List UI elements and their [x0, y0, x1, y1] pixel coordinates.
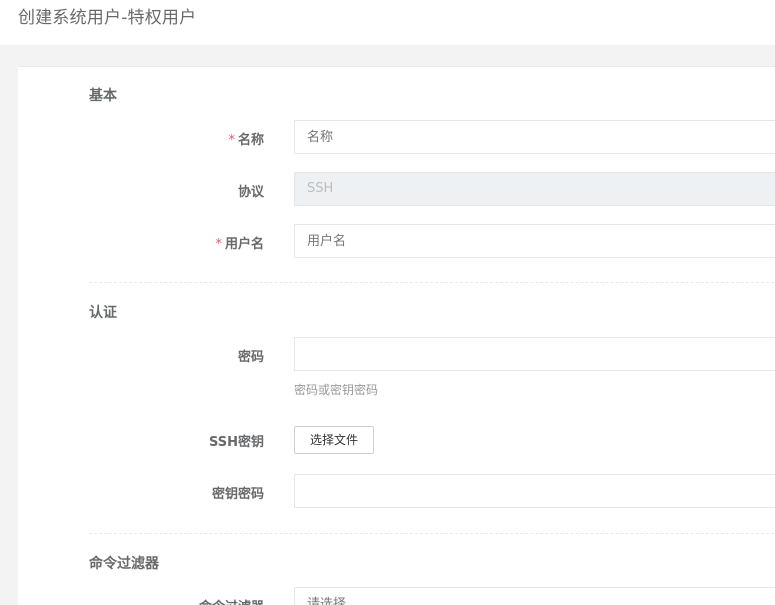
protocol-label: 协议 [237, 185, 264, 200]
name-label: * 名称 [144, 129, 264, 148]
section-title-basic: 基本 [89, 88, 117, 104]
username-label-text: 用户名 [224, 237, 264, 252]
form-card: 基本 *名称 协议 SSH *用户名 认证 密码 密码或密钥密码 SSH密钥 选… [18, 66, 775, 605]
password-help-text: 密码或密钥密码 [294, 383, 379, 397]
page-header: 创建系统用户-特权用户 [0, 0, 775, 45]
page-title: 创建系统用户-特权用户 [18, 8, 197, 28]
name-input[interactable] [294, 120, 775, 154]
section-title-cmd-filters: 命令过滤器 [89, 556, 159, 572]
protocol-input: SSH [294, 172, 775, 206]
username-label: * 用户名 [144, 233, 264, 252]
password-input[interactable] [294, 337, 775, 371]
username-input[interactable] [294, 224, 775, 258]
section-title-auth: 认证 [89, 305, 117, 321]
section-divider [89, 533, 775, 534]
required-marker: * [228, 133, 235, 148]
cmd-filters-select[interactable] [294, 587, 775, 605]
required-marker: * [215, 237, 222, 252]
choose-file-button[interactable]: 选择文件 [294, 426, 374, 454]
name-label-text: 名称 [237, 133, 264, 148]
section-divider [89, 282, 775, 283]
key-password-input[interactable] [294, 474, 775, 508]
password-label: 密码 [237, 350, 264, 365]
ssh-key-label: SSH密钥 [208, 435, 264, 450]
key-password-label: 密钥密码 [211, 487, 264, 502]
